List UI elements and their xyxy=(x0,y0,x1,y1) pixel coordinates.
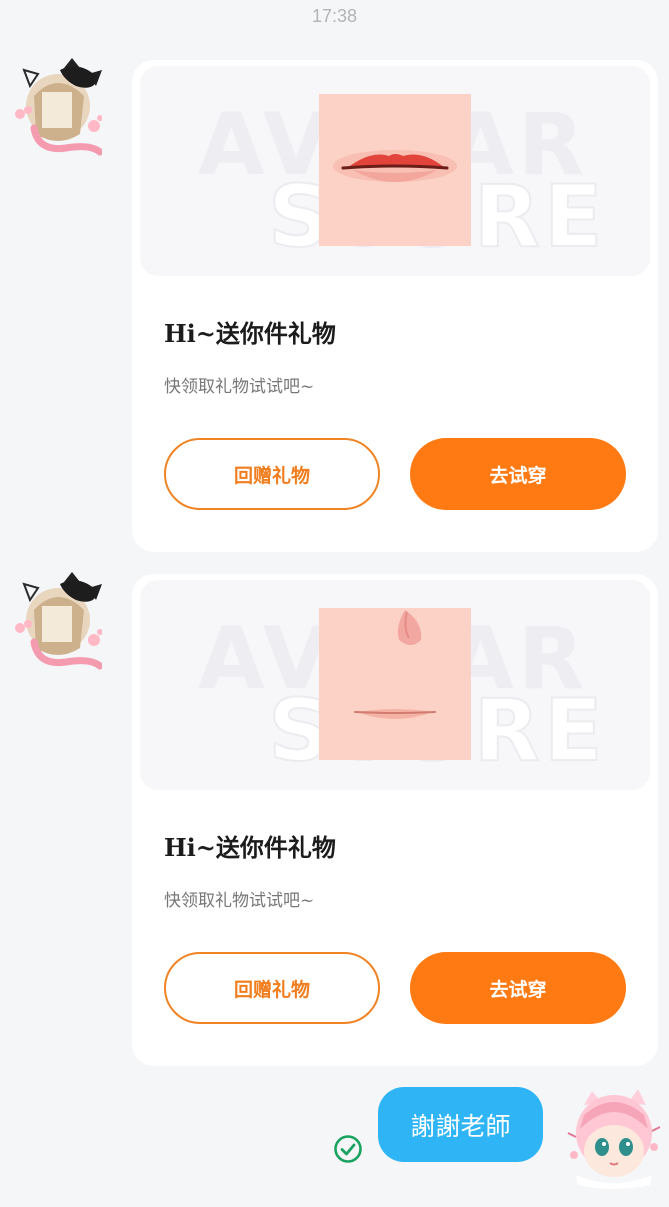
card-title: Hi~送你件礼物 xyxy=(164,319,336,348)
sender-avatar[interactable] xyxy=(14,56,102,164)
return-gift-button[interactable]: 回赠礼物 xyxy=(164,952,380,1024)
check-circle-icon xyxy=(334,1135,362,1163)
item-preview[interactable]: AVATAR STORE xyxy=(140,580,650,790)
gift-card: AVATAR STORE Hi~送你件礼物 快领取礼物试试吧~ 回赠礼物 去试穿 xyxy=(132,574,658,1066)
return-gift-button[interactable]: 回赠礼物 xyxy=(164,438,380,510)
card-description: 快领取礼物试试吧~ xyxy=(164,891,315,911)
lips-item-image xyxy=(319,94,471,246)
card-title: Hi~送你件礼物 xyxy=(164,833,336,862)
card-description: 快领取礼物试试吧~ xyxy=(164,377,315,397)
item-preview[interactable]: AVATAR STORE xyxy=(140,66,650,276)
my-avatar[interactable] xyxy=(566,1085,662,1189)
timestamp: 17:38 xyxy=(311,6,358,26)
gift-card: AVATAR STORE Hi~送你件礼物 快领取礼物试试吧~ 回赠礼物 去试穿 xyxy=(132,60,658,552)
reply-message-bubble[interactable]: 謝謝老師 xyxy=(378,1087,543,1162)
try-on-button[interactable]: 去试穿 xyxy=(410,438,626,510)
nose-lips-item-image xyxy=(319,608,471,760)
sender-avatar[interactable] xyxy=(14,570,102,678)
try-on-button[interactable]: 去试穿 xyxy=(410,952,626,1024)
